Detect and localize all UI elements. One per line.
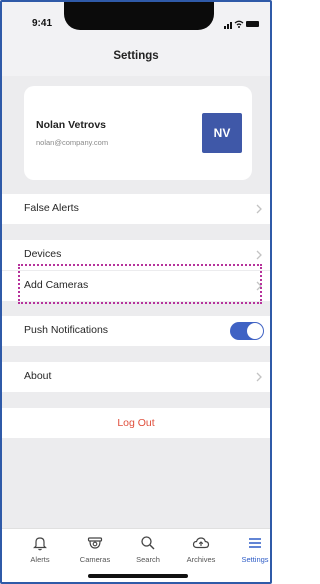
user-name: Nolan Vetrovs [36,119,107,131]
battery-icon [246,21,259,27]
signal-icon [224,26,226,29]
navigation-bar: Settings [2,36,270,76]
tab-label: Search [136,555,160,564]
row-label: False Alerts [24,202,79,214]
row-label: Devices [24,248,62,260]
tab-archives[interactable]: Archives [174,535,228,564]
tab-settings[interactable]: Settings [228,535,270,564]
tab-label: Cameras [79,555,111,564]
user-email: nolan@company.com [36,138,109,147]
chevron-right-icon [256,281,262,291]
page-title: Settings [113,50,159,62]
tab-label: Archives [186,555,216,564]
device-notch [64,2,214,30]
log-out-button[interactable]: Log Out [2,408,270,438]
settings-row-about[interactable]: About [2,362,270,392]
status-bar: 9:41 [2,2,270,36]
row-label: Push Notifications [24,324,109,336]
chevron-right-icon [256,204,262,214]
system-indicators [224,20,260,29]
bell-icon [33,537,47,551]
signal-bar [227,24,229,29]
settings-row-add-cameras[interactable]: Add Cameras [2,271,270,301]
settings-row-false-alerts[interactable]: False Alerts [2,194,270,224]
tab-search[interactable]: Search [121,535,175,564]
tab-cameras[interactable]: Cameras [68,535,122,564]
toggle-knob [247,323,263,339]
avatar[interactable]: NV [202,113,242,153]
cloud-upload-icon [192,537,210,549]
tab-label: Settings [241,555,269,564]
camera-dome-icon [87,537,103,549]
push-notifications-toggle[interactable] [230,322,264,340]
status-time: 9:41 [32,18,53,29]
phone-screen: 9:41 Settings Nolan Vetrovs nolan@compan… [0,0,272,584]
home-indicator [88,574,188,578]
profile-card[interactable]: Nolan Vetrovs nolan@company.com NV [24,86,252,180]
tab-alerts[interactable]: Alerts [13,535,67,564]
menu-icon [249,538,261,548]
wifi-icon [234,20,244,28]
settings-row-push-notifications: Push Notifications [2,316,270,346]
chevron-right-icon [256,372,262,382]
row-label: Add Cameras [24,279,89,291]
search-icon [141,536,155,550]
signal-bar [230,22,232,29]
log-out-label: Log Out [117,417,155,429]
chevron-right-icon [256,250,262,260]
row-label: About [24,370,52,382]
settings-row-devices[interactable]: Devices [2,240,270,270]
tab-label: Alerts [30,555,50,564]
